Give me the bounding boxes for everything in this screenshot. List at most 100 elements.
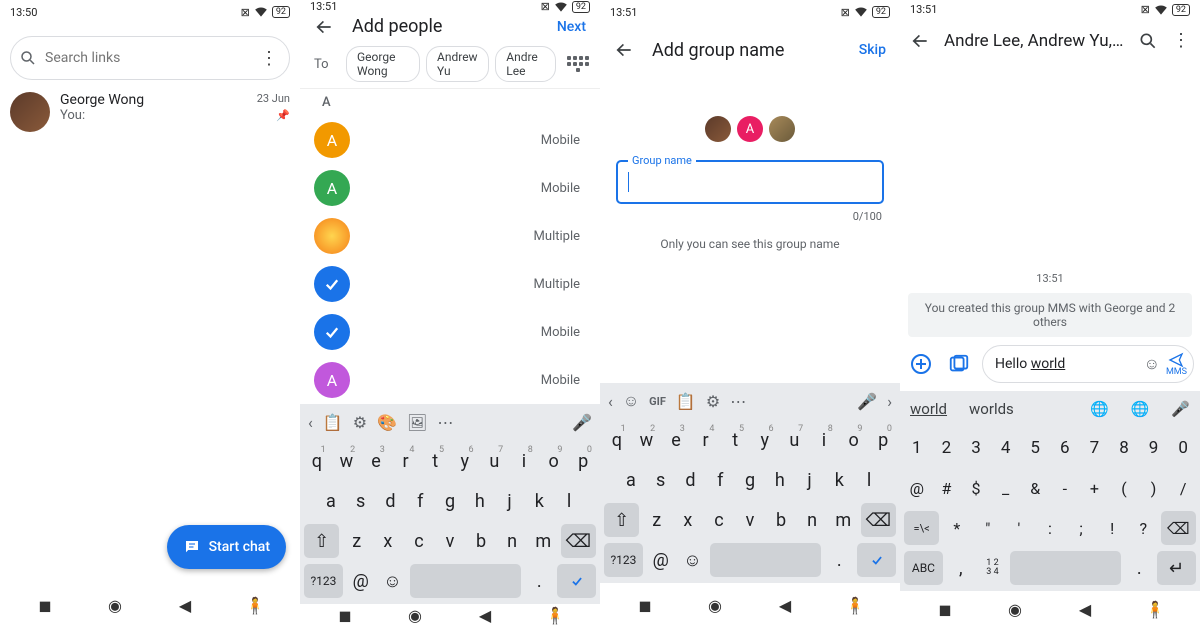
key[interactable]: f: [707, 463, 733, 497]
skip-button[interactable]: Skip: [859, 42, 886, 58]
globe-icon[interactable]: 🌐: [1131, 400, 1150, 418]
key[interactable]: y6: [752, 423, 778, 457]
nav-back[interactable]: ◀: [175, 596, 195, 615]
keyboard[interactable]: ‹ 📋 ⚙ 🎨 🖼 ⋯ 🎤 q1w2e3r4t5y6u7i8o9p0asdfgh…: [300, 404, 600, 604]
start-chat-button[interactable]: Start chat: [167, 525, 286, 569]
key[interactable]: w2: [634, 423, 660, 457]
key[interactable]: g: [737, 463, 763, 497]
enter-key[interactable]: [857, 543, 896, 577]
back-icon[interactable]: [614, 40, 634, 60]
key[interactable]: m: [830, 503, 857, 537]
more-symbols-key[interactable]: =\<: [904, 511, 939, 545]
key[interactable]: !: [1099, 511, 1126, 545]
key[interactable]: ': [1005, 511, 1032, 545]
key[interactable]: z: [643, 503, 670, 537]
key[interactable]: t5: [722, 423, 748, 457]
emoji-key[interactable]: ☺: [379, 564, 407, 598]
key[interactable]: +: [1082, 471, 1108, 505]
key[interactable]: j: [797, 463, 823, 497]
key[interactable]: ): [1141, 471, 1167, 505]
key[interactable]: r4: [393, 444, 419, 478]
key[interactable]: t5: [422, 444, 448, 478]
key[interactable]: 7: [1082, 431, 1108, 465]
key[interactable]: c: [405, 524, 432, 558]
key[interactable]: i8: [511, 444, 537, 478]
key[interactable]: l: [556, 484, 582, 518]
symbols-key[interactable]: ?123: [304, 564, 343, 598]
key[interactable]: b: [768, 503, 795, 537]
key[interactable]: w2: [334, 444, 360, 478]
mic-icon[interactable]: 🎤: [857, 392, 877, 411]
key[interactable]: ": [974, 511, 1001, 545]
key[interactable]: 3: [963, 431, 989, 465]
key[interactable]: u7: [782, 423, 808, 457]
key[interactable]: s: [648, 463, 674, 497]
key[interactable]: e3: [363, 444, 389, 478]
key[interactable]: r4: [693, 423, 719, 457]
key[interactable]: q1: [604, 423, 630, 457]
at-key[interactable]: @: [647, 543, 675, 577]
enter-key[interactable]: ↵: [1157, 551, 1196, 585]
gif-icon[interactable]: GIF: [649, 395, 666, 408]
mic-icon[interactable]: 🎤: [1171, 400, 1190, 418]
search-input[interactable]: [45, 50, 249, 66]
suggestion[interactable]: worlds: [969, 400, 1014, 418]
key[interactable]: 6: [1052, 431, 1078, 465]
backspace-key[interactable]: ⌫: [861, 503, 896, 537]
chip[interactable]: George Wong: [346, 46, 420, 82]
more-icon[interactable]: ⋯: [730, 392, 746, 411]
key[interactable]: b: [468, 524, 495, 558]
image-icon[interactable]: 🖼: [407, 413, 427, 432]
clipboard-icon[interactable]: 📋: [323, 413, 343, 432]
key[interactable]: p0: [870, 423, 896, 457]
emoji-key[interactable]: ☺: [679, 543, 707, 577]
more-icon[interactable]: ⋮: [1172, 30, 1190, 51]
sticker-icon[interactable]: ☺: [623, 391, 639, 411]
key[interactable]: e3: [663, 423, 689, 457]
key[interactable]: ;: [1068, 511, 1095, 545]
nav-home[interactable]: ◉: [105, 596, 125, 615]
dialpad-icon[interactable]: [566, 56, 590, 72]
key[interactable]: a: [618, 463, 644, 497]
nav-accessibility[interactable]: 🧍: [245, 596, 265, 615]
globe-icon[interactable]: 🌐: [1090, 400, 1109, 418]
period-key[interactable]: .: [1125, 551, 1153, 585]
palette-icon[interactable]: 🎨: [377, 413, 397, 432]
key[interactable]: -: [1052, 471, 1078, 505]
contact-row[interactable]: AMobile: [300, 164, 600, 212]
chevron-left-icon[interactable]: ‹: [308, 413, 313, 432]
add-button[interactable]: [906, 349, 936, 379]
contact-row[interactable]: Multiple: [300, 260, 600, 308]
key[interactable]: 2: [934, 431, 960, 465]
backspace-key[interactable]: ⌫: [561, 524, 596, 558]
enter-key[interactable]: [557, 564, 596, 598]
key[interactable]: ?: [1130, 511, 1157, 545]
key[interactable]: v: [436, 524, 463, 558]
key[interactable]: /: [1170, 471, 1196, 505]
contact-row[interactable]: Mobile: [300, 308, 600, 356]
key[interactable]: q1: [304, 444, 330, 478]
space-key[interactable]: [410, 564, 521, 598]
numpad-key[interactable]: 1 2 3 4: [979, 551, 1007, 585]
more-icon[interactable]: ⋯: [437, 413, 453, 432]
next-button[interactable]: Next: [557, 19, 586, 35]
key[interactable]: $: [963, 471, 989, 505]
chip[interactable]: Andrew Yu: [426, 46, 489, 82]
key[interactable]: m: [530, 524, 557, 558]
key[interactable]: n: [499, 524, 526, 558]
period-key[interactable]: .: [825, 543, 853, 577]
key[interactable]: u7: [482, 444, 508, 478]
search-bar[interactable]: ⋮: [10, 36, 290, 80]
key[interactable]: j: [497, 484, 523, 518]
comma-key[interactable]: ,: [947, 551, 975, 585]
keyboard[interactable]: world worlds 🌐 🌐 🎤 1234567890@#$_&-+()/=…: [900, 391, 1200, 591]
conversation-title[interactable]: Andre Lee, Andrew Yu, Geor...: [944, 31, 1124, 51]
mic-off-icon[interactable]: 🎤: [572, 413, 592, 432]
gear-icon[interactable]: ⚙: [706, 392, 720, 411]
key[interactable]: k: [826, 463, 852, 497]
key[interactable]: @: [904, 471, 930, 505]
clipboard-icon[interactable]: 📋: [676, 392, 696, 411]
key[interactable]: &: [1022, 471, 1048, 505]
shift-key[interactable]: ⇧: [304, 524, 339, 558]
key[interactable]: c: [705, 503, 732, 537]
